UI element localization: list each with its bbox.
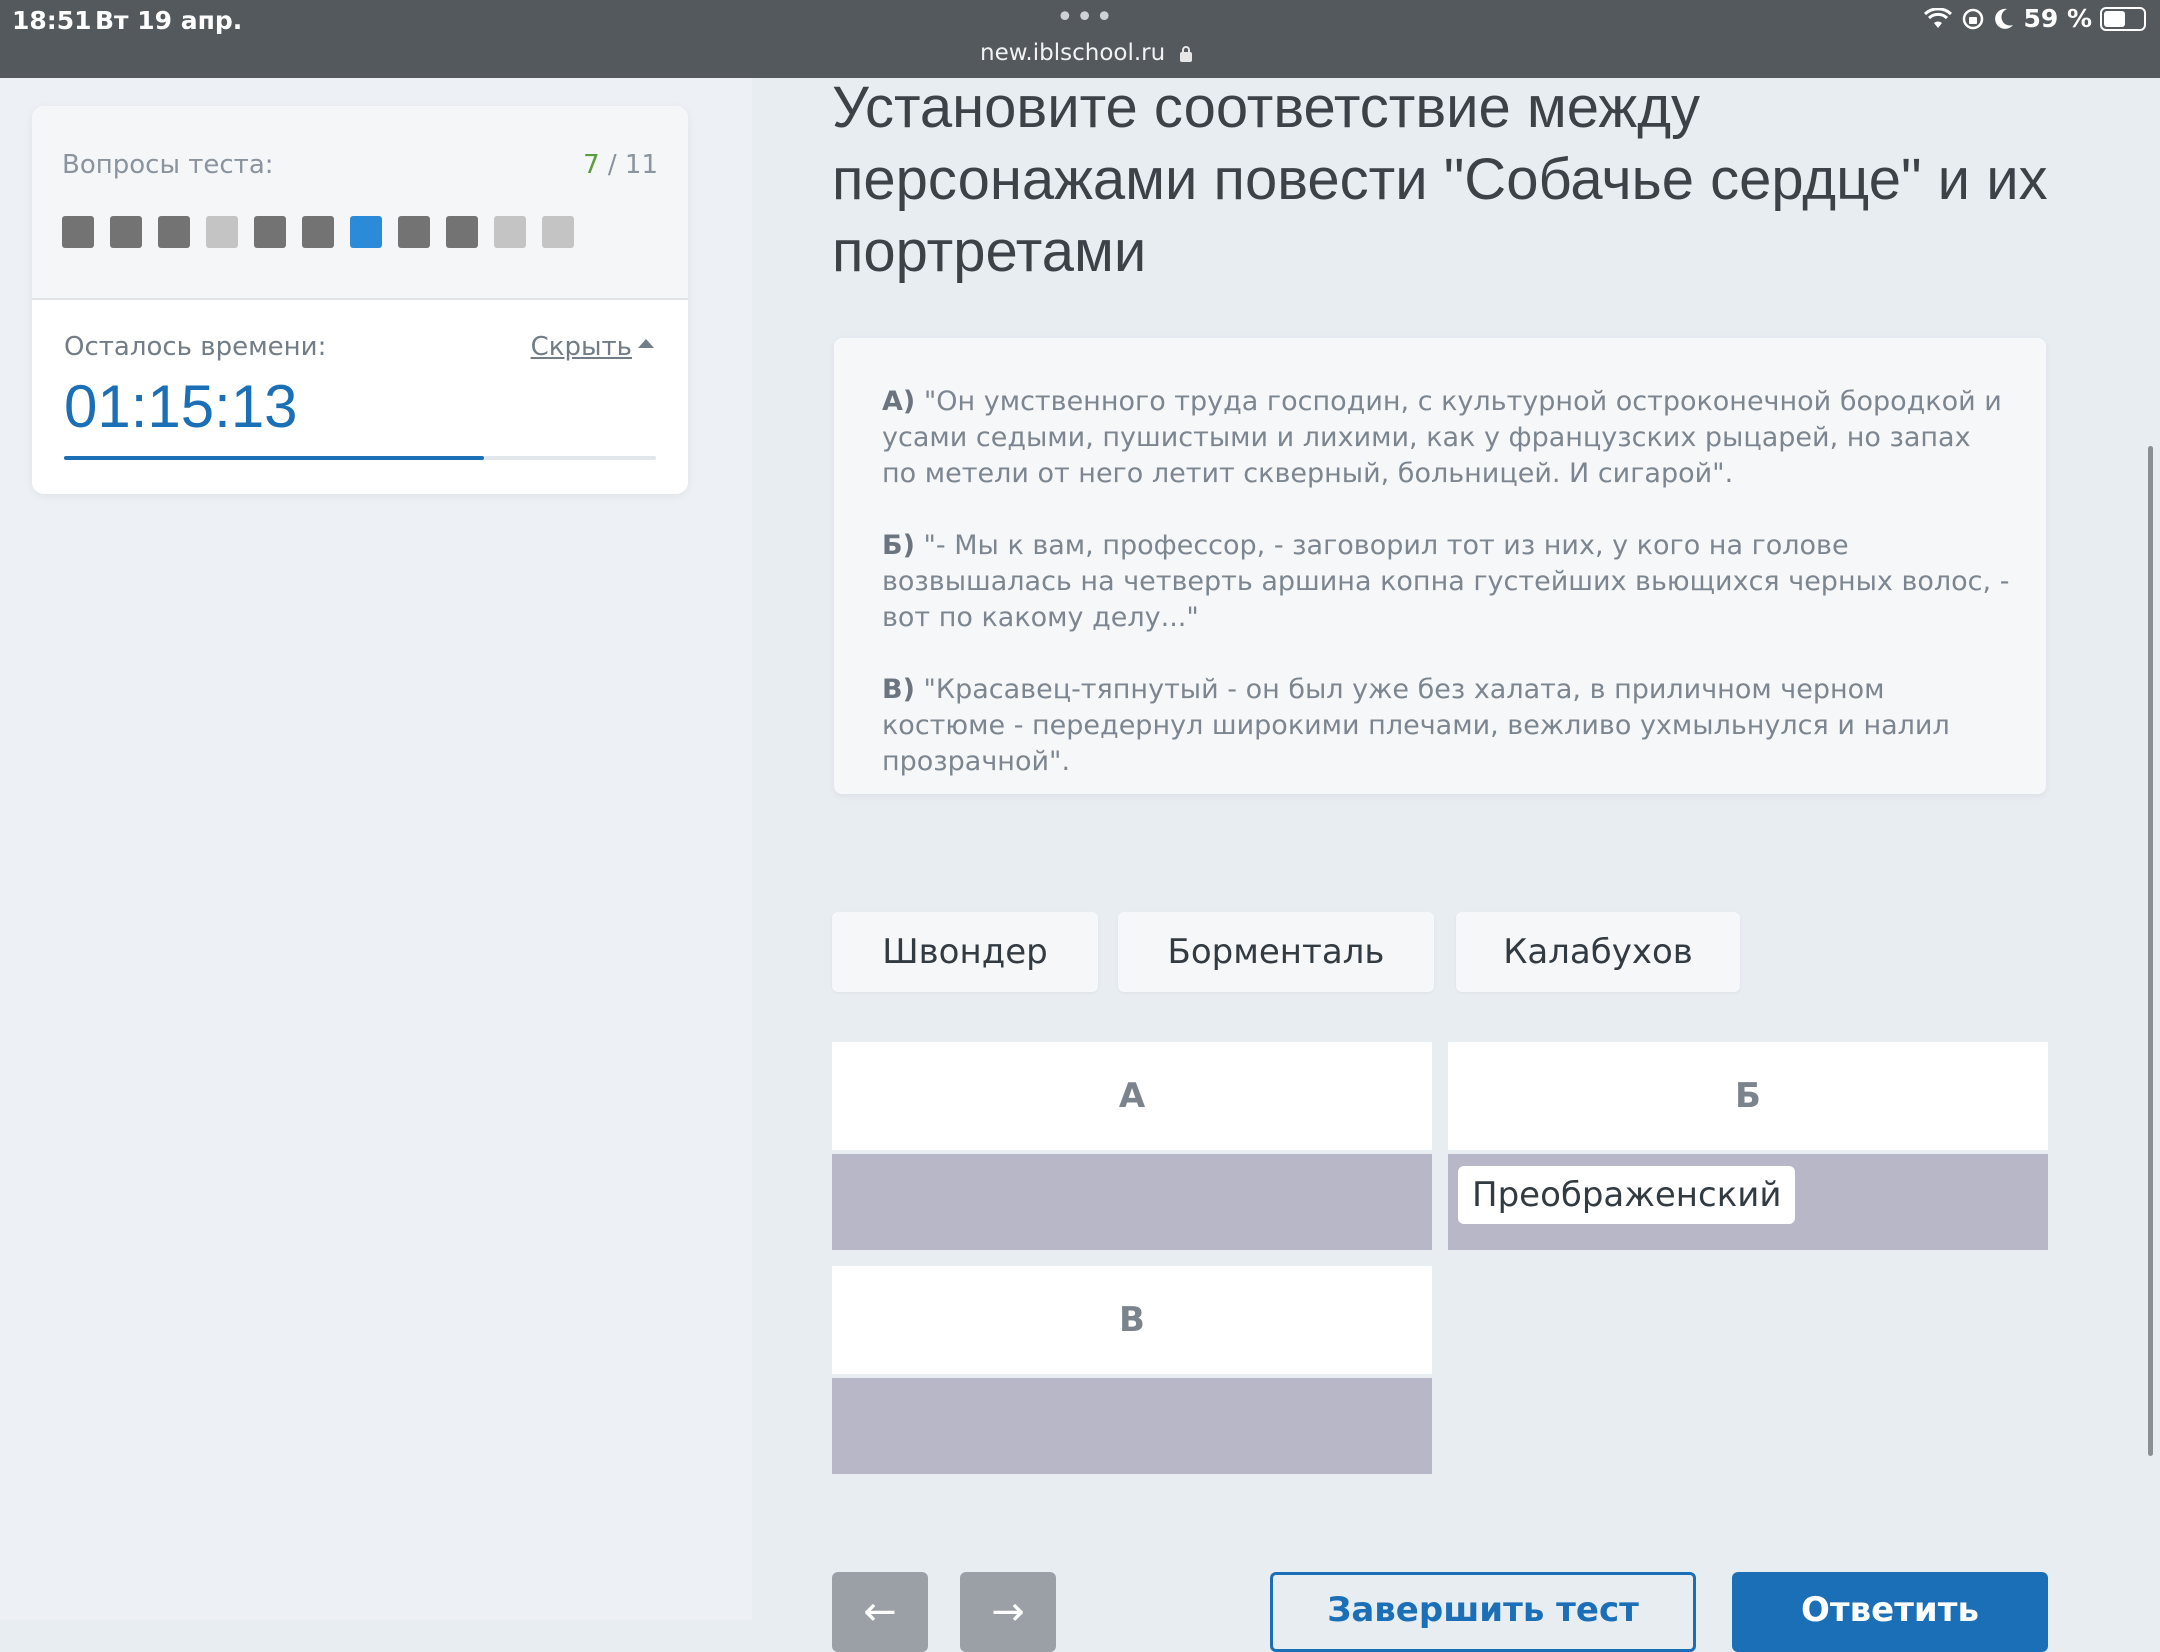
caret-up-icon — [638, 339, 654, 348]
timer-progress-track — [64, 456, 656, 460]
hide-label: Скрыть — [530, 332, 632, 362]
question-square-2[interactable] — [110, 216, 142, 248]
orientation-lock-icon — [1963, 8, 1984, 29]
total-questions: 11 — [624, 150, 658, 180]
arrow-right-icon: → — [991, 1589, 1025, 1635]
slot-c-dropzone[interactable] — [832, 1378, 1432, 1474]
slot-b-header: Б — [1448, 1042, 2048, 1150]
passage-text: "Красавец-тяпнутый - он был уже без хала… — [882, 674, 1950, 777]
question-square-10[interactable] — [494, 216, 526, 248]
question-title: Установите соответствие между персонажам… — [832, 75, 2048, 284]
next-question-button[interactable]: → — [960, 1572, 1056, 1652]
question-square-8[interactable] — [398, 216, 430, 248]
question-counter: 7 / 11 — [583, 150, 658, 180]
counter-separator: / — [599, 150, 625, 180]
slot-b-dropzone[interactable]: Преображенский — [1448, 1154, 2048, 1250]
moon-icon — [1995, 8, 2014, 29]
question-square-9[interactable] — [446, 216, 478, 248]
current-question-number: 7 — [583, 150, 600, 180]
passage-b: Б) "- Мы к вам, профессор, - заговорил т… — [882, 528, 2012, 636]
question-square-5[interactable] — [254, 216, 286, 248]
option-chip-kalabukhov[interactable]: Калабухов — [1456, 912, 1740, 992]
page-scrollbar[interactable] — [2148, 446, 2153, 1456]
hide-timer-link[interactable]: Скрыть — [531, 332, 654, 362]
timer-progress-fill — [64, 456, 485, 460]
finish-test-button[interactable]: Завершить тест — [1270, 1572, 1696, 1652]
question-square-1[interactable] — [62, 216, 94, 248]
passage-key: Б) — [882, 530, 915, 561]
timer-label: Осталось времени: — [64, 332, 327, 362]
status-bar: 18:51 Вт 19 апр. ••• new.iblschool.ru 59… — [0, 0, 2160, 78]
question-square-11[interactable] — [542, 216, 574, 248]
lock-icon — [1179, 45, 1192, 62]
status-icons: 59 % — [1923, 4, 2146, 33]
test-status-card: Вопросы теста: 7 / 11 Осталось времени: … — [32, 106, 688, 494]
answer-button[interactable]: Ответить — [1732, 1572, 2048, 1652]
timer-value: 01:15:13 — [64, 373, 298, 440]
question-square-4[interactable] — [206, 216, 238, 248]
option-chip-bormental[interactable]: Борменталь — [1118, 912, 1434, 992]
passage-key: В) — [882, 674, 915, 705]
slot-c-header: В — [832, 1266, 1432, 1374]
slot-a-header: А — [832, 1042, 1432, 1150]
wifi-icon — [1924, 7, 1953, 28]
question-navigator — [62, 216, 574, 248]
passage-c: В) "Красавец-тяпнутый - он был уже без х… — [882, 672, 2012, 780]
battery-percent: 59 % — [2023, 4, 2092, 33]
passages-card: А) "Он умственного труда господин, с кул… — [834, 338, 2046, 794]
slot-a-dropzone[interactable] — [832, 1154, 1432, 1250]
question-square-3[interactable] — [158, 216, 190, 248]
arrow-left-icon: ← — [863, 1589, 897, 1635]
questions-panel: Вопросы теста: 7 / 11 — [32, 106, 688, 300]
placed-chip[interactable]: Преображенский — [1458, 1166, 1796, 1224]
question-square-7[interactable] — [350, 216, 382, 248]
questions-label: Вопросы теста: — [62, 150, 274, 180]
status-time: 18:51 — [12, 6, 92, 35]
sidebar: Вопросы теста: 7 / 11 Осталось времени: … — [0, 78, 752, 1620]
battery-icon — [2100, 6, 2146, 31]
option-chip-shvonder[interactable]: Швондер — [832, 912, 1098, 992]
passage-text: "Он умственного труда господин, с культу… — [882, 386, 2002, 489]
url-bar[interactable]: new.iblschool.ru — [980, 40, 1193, 66]
passage-a: А) "Он умственного труда господин, с кул… — [882, 384, 2012, 492]
status-date: Вт 19 апр. — [95, 6, 243, 35]
passage-text: "- Мы к вам, профессор, - заговорил тот … — [882, 530, 2010, 633]
more-dots-icon[interactable]: ••• — [1056, 0, 1115, 35]
question-square-6[interactable] — [302, 216, 334, 248]
prev-question-button[interactable]: ← — [832, 1572, 928, 1652]
url-text: new.iblschool.ru — [980, 40, 1166, 66]
passage-key: А) — [882, 386, 916, 417]
